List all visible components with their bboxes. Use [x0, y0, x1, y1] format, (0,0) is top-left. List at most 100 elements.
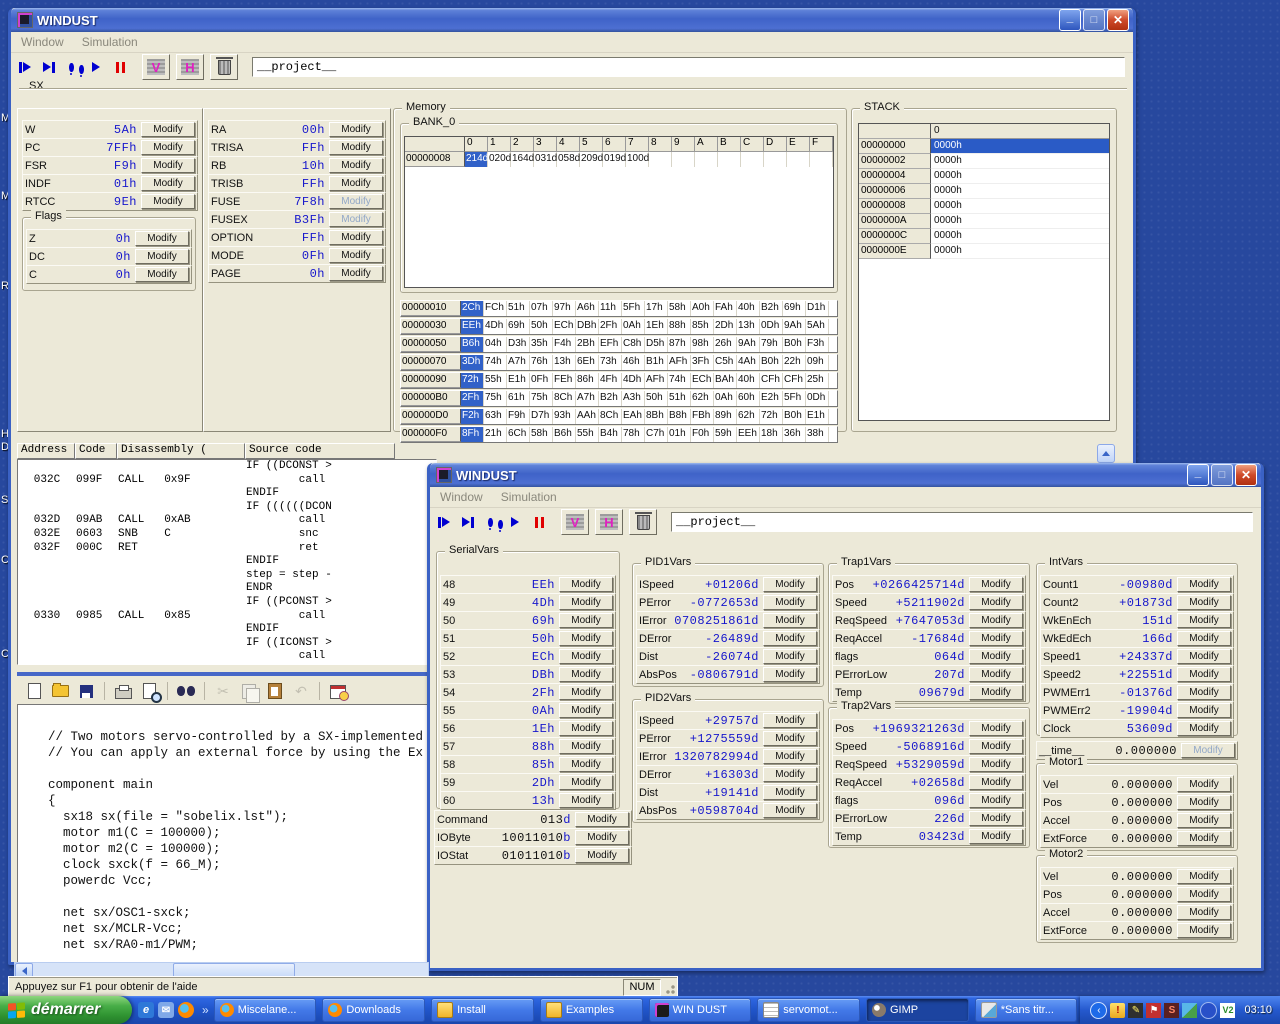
quicklaunch-icon[interactable] — [178, 1002, 194, 1018]
modify-button[interactable]: Modify — [1181, 743, 1235, 758]
memory-cell[interactable]: 86h — [576, 373, 599, 388]
modify-button[interactable]: Modify — [141, 140, 195, 155]
modify-button[interactable]: Modify — [559, 595, 613, 610]
disassembly-row[interactable]: 032C 099F CALL 0x9F call — [18, 474, 436, 488]
memory-cell[interactable]: 07h — [530, 301, 553, 316]
memory-cell[interactable]: 5Ah — [806, 319, 829, 334]
memory-cell[interactable]: 4Ah — [737, 355, 760, 370]
memory-cell[interactable]: 74h — [668, 373, 691, 388]
memory-cell[interactable]: FCh — [484, 301, 507, 316]
modify-button[interactable]: Modify — [559, 631, 613, 646]
animate-button[interactable] — [67, 56, 86, 78]
memory-cell[interactable]: E1h — [507, 373, 530, 388]
modify-button[interactable]: Modify — [969, 649, 1023, 664]
modify-button[interactable]: Modify — [763, 731, 817, 746]
modify-button[interactable]: Modify — [329, 140, 383, 155]
memory-cell[interactable]: 58h — [668, 301, 691, 316]
memory-cell-selected[interactable]: 72h — [461, 373, 484, 388]
memory-cell[interactable]: D3h — [507, 337, 530, 352]
modify-button[interactable]: Modify — [329, 248, 383, 263]
memory-cell[interactable]: 72h — [760, 409, 783, 424]
disassembly-row[interactable]: ENDIF — [18, 487, 436, 501]
quicklaunch-icon[interactable]: ✉ — [158, 1002, 174, 1018]
memory-cell[interactable]: 2Fh — [599, 319, 622, 334]
disassembly-row[interactable]: ENDIF — [18, 555, 436, 569]
memory-cell[interactable]: AAh — [576, 409, 599, 424]
modify-button[interactable]: Modify — [141, 122, 195, 137]
memory-cell[interactable]: FEh — [553, 373, 576, 388]
modify-button[interactable]: Modify — [969, 739, 1023, 754]
memory-cell-selected[interactable]: 214d — [465, 152, 488, 167]
memory-cell[interactable]: 63h — [484, 409, 507, 424]
modify-button[interactable]: Modify — [969, 793, 1023, 808]
modify-button[interactable]: Modify — [329, 158, 383, 173]
memory-cell[interactable]: 40h — [737, 373, 760, 388]
memory-cell[interactable]: 50h — [645, 391, 668, 406]
run-button[interactable] — [92, 56, 110, 78]
tray-icon[interactable]: V2 — [1220, 1003, 1235, 1018]
memory-cell-selected[interactable]: 8Fh — [461, 427, 484, 442]
modify-button[interactable]: Modify — [1177, 813, 1231, 828]
disassembly-row[interactable]: 032E 0603 SNB C snc — [18, 528, 436, 542]
modify-button[interactable]: Modify — [329, 176, 383, 191]
memory-cell[interactable]: 04h — [484, 337, 507, 352]
memory-cell[interactable]: A7h — [507, 355, 530, 370]
memory-cell[interactable]: B6h — [553, 427, 576, 442]
tray-icon[interactable] — [1200, 1002, 1217, 1019]
memory-cell[interactable]: A6h — [576, 301, 599, 316]
disassembly-column-header[interactable]: Code — [75, 443, 117, 459]
memory-cell[interactable]: 17h — [645, 301, 668, 316]
memory-cell[interactable]: A7h — [576, 391, 599, 406]
horizontal-tile-button[interactable]: H — [176, 54, 204, 80]
memory-cell[interactable]: B2h — [599, 391, 622, 406]
memory-cell-selected[interactable]: B6h — [461, 337, 484, 352]
memory-cell[interactable]: D5h — [645, 337, 668, 352]
memory-cell[interactable]: 09h — [806, 355, 829, 370]
memory-cell[interactable]: EFh — [599, 337, 622, 352]
open-file-icon[interactable] — [49, 680, 71, 702]
project-field[interactable]: __project__ — [252, 57, 1125, 77]
undo-icon[interactable]: ↶ — [290, 680, 312, 702]
memory-cell[interactable]: AFh — [668, 355, 691, 370]
modify-button[interactable]: Modify — [329, 266, 383, 281]
modify-button[interactable]: Modify — [1177, 777, 1231, 792]
memory-cell[interactable]: E1h — [806, 409, 829, 424]
taskbar-task-button[interactable]: Miscelane... — [214, 998, 317, 1022]
memory-cell[interactable]: 35h — [530, 337, 553, 352]
memory-cell[interactable]: 51h — [507, 301, 530, 316]
memory-cell[interactable]: A0h — [691, 301, 714, 316]
memory-cell[interactable]: 75h — [530, 391, 553, 406]
disassembly-row[interactable]: 0330 0985 CALL 0x85 call — [18, 610, 436, 624]
title-bar[interactable]: WINDUST — [430, 463, 1261, 487]
disassembly-row[interactable]: ENDR — [18, 582, 436, 596]
memory-cell[interactable]: C5h — [714, 355, 737, 370]
memory-cell[interactable]: 62h — [737, 409, 760, 424]
print-preview-icon[interactable] — [138, 680, 160, 702]
modify-button[interactable]: Modify — [559, 667, 613, 682]
start-button[interactable]: démarrer — [0, 996, 132, 1024]
stack-value[interactable]: 0000h — [931, 154, 1109, 169]
disassembly-column-header[interactable]: Source code — [245, 443, 395, 459]
memory-cell[interactable]: 50h — [530, 319, 553, 334]
modify-button[interactable]: Modify — [559, 577, 613, 592]
copy-icon[interactable] — [238, 680, 260, 702]
memory-cell[interactable]: 8Ch — [553, 391, 576, 406]
tray-icon[interactable]: ‹ — [1090, 1002, 1107, 1019]
modify-button[interactable]: Modify — [135, 249, 189, 264]
memory-cell[interactable]: E2h — [760, 391, 783, 406]
pause-button[interactable] — [535, 511, 553, 533]
memory-cell[interactable] — [695, 152, 718, 167]
memory-cell[interactable]: 58h — [530, 427, 553, 442]
memory-cell[interactable]: BAh — [714, 373, 737, 388]
memory-cell[interactable]: 74h — [484, 355, 507, 370]
memory-cell[interactable]: AFh — [645, 373, 668, 388]
taskbar-task-button[interactable]: *Sans titr... — [975, 998, 1078, 1022]
modify-button[interactable]: Modify — [969, 685, 1023, 700]
memory-cell[interactable]: 2Bh — [576, 337, 599, 352]
modify-button[interactable]: Modify — [559, 721, 613, 736]
modify-button[interactable]: Modify — [763, 785, 817, 800]
memory-cell[interactable]: 21h — [484, 427, 507, 442]
modify-button[interactable]: Modify — [969, 811, 1023, 826]
scrollbar-up-button[interactable] — [1097, 444, 1115, 463]
datetime-icon[interactable] — [327, 680, 349, 702]
